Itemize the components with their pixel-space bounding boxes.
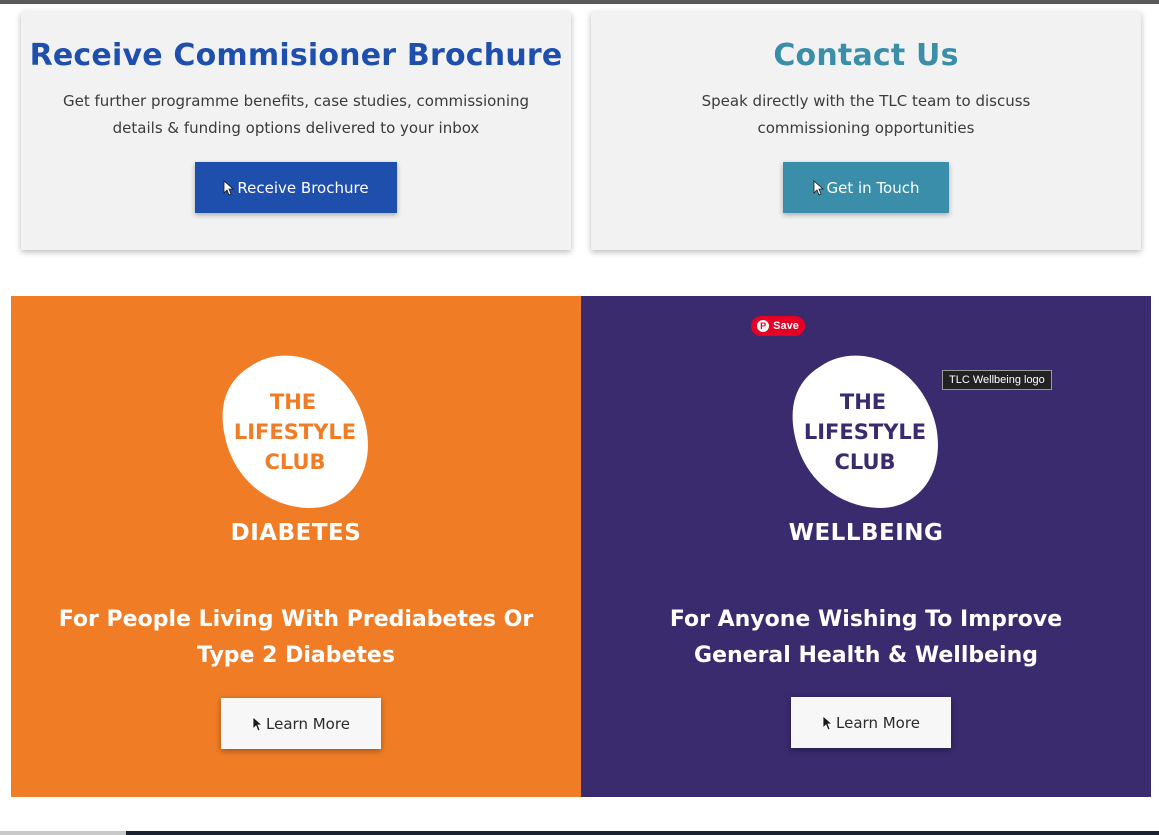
- tlc-diabetes-logo: THE LIFESTYLE CLUB DIABETES: [211, 346, 381, 546]
- brochure-card: Receive Commisioner Brochure Get further…: [21, 12, 571, 250]
- cursor-arrow-icon: [252, 715, 264, 732]
- wellbeing-learn-more-button[interactable]: Learn More: [791, 697, 951, 748]
- logo-subtitle: WELLBEING: [788, 520, 944, 546]
- pinterest-save-label: Save: [773, 320, 799, 332]
- logo-subtitle: DIABETES: [230, 520, 362, 546]
- receive-brochure-label: Receive Brochure: [237, 178, 369, 197]
- cursor-arrow-icon: [822, 714, 834, 731]
- pinterest-icon: P: [757, 320, 770, 332]
- logo-line-1: THE: [840, 390, 886, 414]
- diabetes-tagline: For People Living With Prediabetes Or Ty…: [58, 607, 534, 668]
- window-top-edge: [0, 0, 1159, 4]
- diabetes-learn-more-button[interactable]: Learn More: [221, 698, 381, 749]
- cursor-arrow-icon: [813, 179, 824, 196]
- logo-egg-shape: THE LIFESTYLE CLUB: [222, 355, 368, 508]
- brochure-title: Receive Commisioner Brochure: [29, 38, 563, 73]
- receive-brochure-button[interactable]: Receive Brochure: [195, 162, 397, 213]
- logo-line-2: LIFESTYLE: [804, 420, 926, 444]
- wellbeing-panel: THE LIFESTYLE CLUB WELLBEING For Anyone …: [581, 296, 1151, 797]
- pinterest-save-button[interactable]: P Save: [751, 316, 805, 336]
- tlc-wellbeing-logo: THE LIFESTYLE CLUB WELLBEING: [781, 346, 951, 546]
- cursor-arrow-icon: [223, 179, 235, 196]
- learn-more-label: Learn More: [266, 714, 350, 733]
- window-bottom-edge: [0, 831, 1159, 835]
- contact-description: Speak directly with the TLC team to disc…: [701, 92, 1031, 137]
- get-in-touch-button[interactable]: Get in Touch: [783, 162, 949, 213]
- logo-line-2: LIFESTYLE: [234, 420, 356, 444]
- wellbeing-tagline: For Anyone Wishing To Improve General He…: [669, 607, 1063, 668]
- diabetes-panel: THE LIFESTYLE CLUB DIABETES For People L…: [11, 296, 581, 797]
- image-tooltip: TLC Wellbeing logo: [942, 370, 1052, 390]
- contact-card: Contact Us Speak directly with the TLC t…: [591, 12, 1141, 250]
- brochure-description: Get further programme benefits, case stu…: [62, 92, 530, 137]
- logo-line-1: THE: [270, 390, 316, 414]
- logo-line-3: CLUB: [834, 450, 895, 474]
- logo-egg-shape: THE LIFESTYLE CLUB: [792, 355, 938, 508]
- contact-title: Contact Us: [773, 38, 959, 73]
- get-in-touch-label: Get in Touch: [826, 178, 920, 197]
- learn-more-label: Learn More: [836, 713, 920, 732]
- logo-line-3: CLUB: [264, 450, 325, 474]
